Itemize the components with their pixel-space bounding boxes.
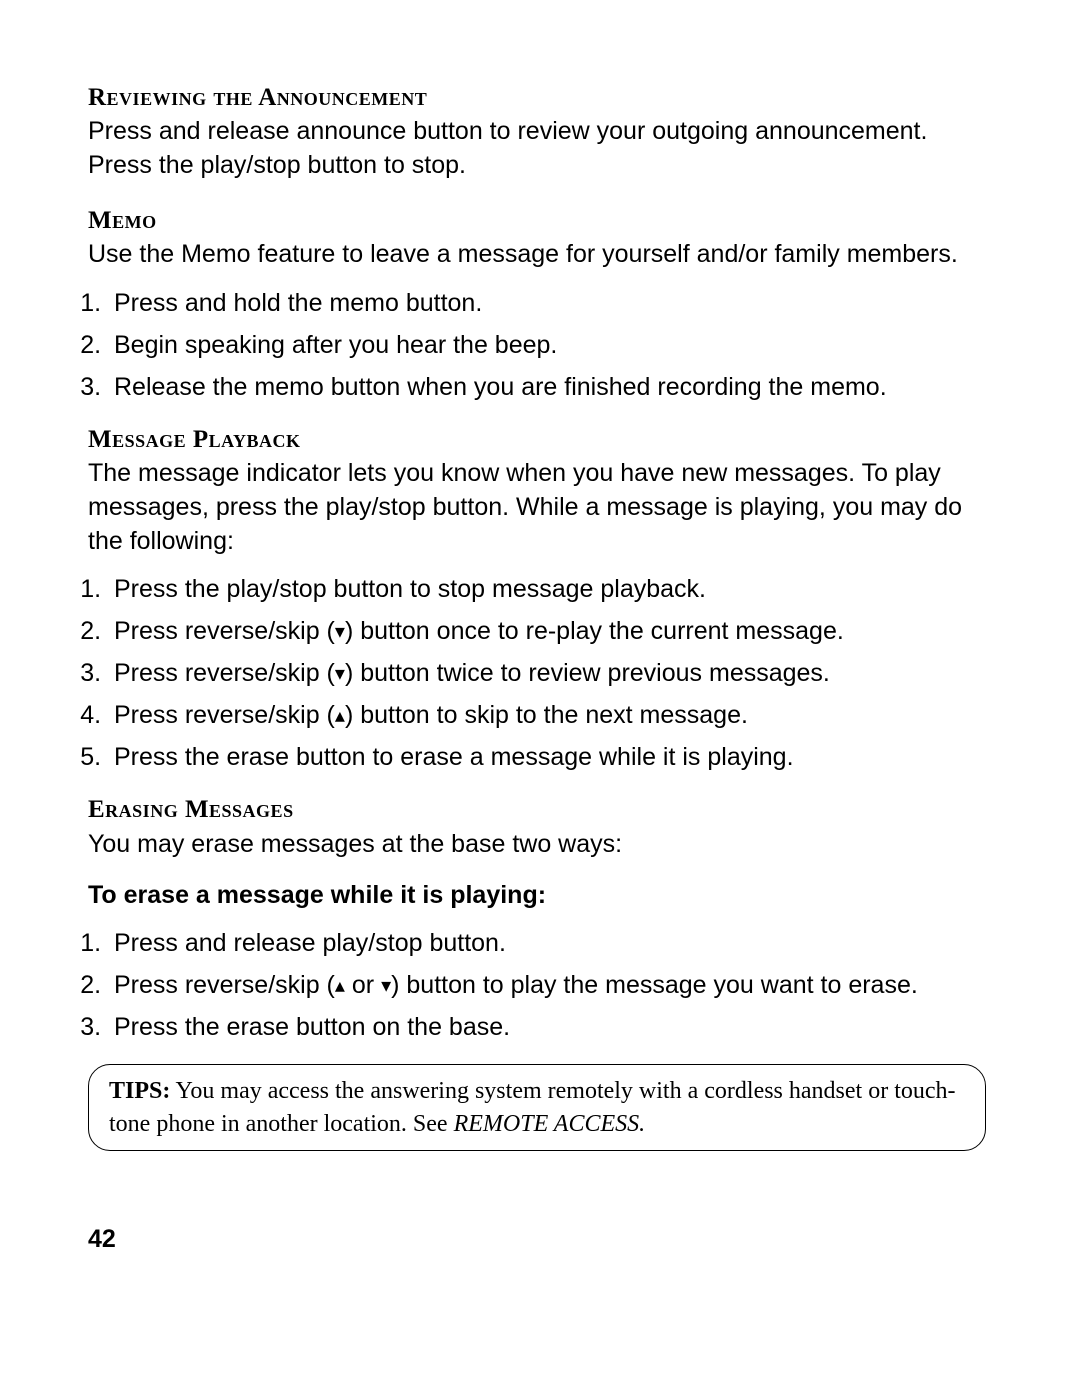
body-playback: The message indicator lets you know when… [88,457,994,558]
heading-playback: Message Playback [88,424,994,455]
step4-text-b: ) button to skip to the next message. [345,701,748,729]
page-number: 42 [88,1225,116,1254]
playback-step-1: Press the play/stop button to stop messa… [108,572,994,606]
step2-text-b: ) button once to re-play the current mes… [345,617,844,645]
up-arrow-icon: ▴ [335,705,345,727]
erase2-text-mid: or [345,971,381,999]
down-arrow-icon: ▾ [335,621,345,643]
playback-step-4: Press reverse/skip (▴) button to skip to… [108,698,994,732]
tips-reference: REMOTE ACCESS. [454,1111,646,1137]
erase-step-1: Press and release play/stop button. [108,926,994,960]
erase-step-2: Press reverse/skip (▴ or ▾) button to pl… [108,968,994,1002]
memo-step-1: Press and hold the memo button. [108,286,994,320]
erase2-text-a: Press reverse/skip ( [114,971,335,999]
subheading-erase-playing: To erase a message while it is playing: [88,881,994,910]
playback-step-3: Press reverse/skip (▾) button twice to r… [108,656,994,690]
step3-text-b: ) button twice to review previous messag… [345,659,830,687]
playback-step-2: Press reverse/skip (▾) button once to re… [108,614,994,648]
body-reviewing: Press and release announce button to rev… [88,115,994,183]
memo-step-2: Begin speaking after you hear the beep. [108,328,994,362]
erase-step-3: Press the erase button on the base. [108,1010,994,1044]
tips-box: TIPS: You may access the answering syste… [88,1064,986,1151]
erase-steps: Press and release play/stop button. Pres… [88,926,994,1044]
section-message-playback: Message Playback The message indicator l… [88,424,994,775]
heading-erasing: Erasing Messages [88,794,994,825]
section-erasing-messages: Erasing Messages You may erase messages … [88,794,994,1151]
memo-steps: Press and hold the memo button. Begin sp… [88,286,994,404]
section-reviewing-announcement: Reviewing the Announcement Press and rel… [88,82,994,183]
playback-step-5: Press the erase button to erase a messag… [108,740,994,774]
section-memo: Memo Use the Memo feature to leave a mes… [88,205,994,404]
body-memo: Use the Memo feature to leave a message … [88,238,994,272]
heading-reviewing: Reviewing the Announcement [88,82,994,113]
tips-label: TIPS: [109,1078,170,1104]
down-arrow-icon: ▾ [381,975,391,997]
step4-text-a: Press reverse/skip ( [114,701,335,729]
step2-text-a: Press reverse/skip ( [114,617,335,645]
step3-text-a: Press reverse/skip ( [114,659,335,687]
playback-steps: Press the play/stop button to stop messa… [88,572,994,774]
memo-step-3: Release the memo button when you are fin… [108,370,994,404]
up-arrow-icon: ▴ [335,975,345,997]
erase2-text-b: ) button to play the message you want to… [391,971,918,999]
down-arrow-icon: ▾ [335,663,345,685]
heading-memo: Memo [88,205,994,236]
body-erasing: You may erase messages at the base two w… [88,828,994,862]
